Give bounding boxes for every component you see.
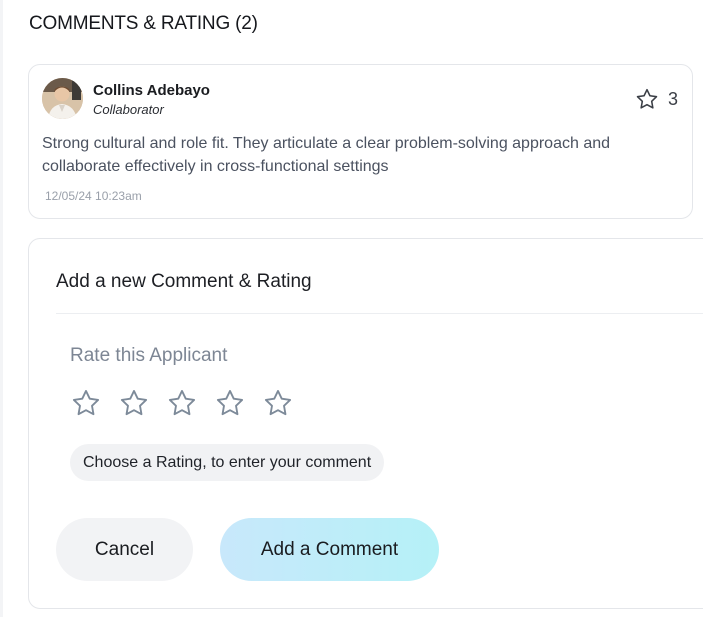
star-outline-icon (120, 389, 148, 415)
section-title: COMMENTS & RATING (2) (29, 13, 258, 34)
star-outline-icon (72, 389, 100, 415)
rating-star-2[interactable] (118, 386, 150, 420)
left-border (0, 0, 3, 617)
form-heading: Add a new Comment & Rating (56, 271, 312, 292)
rating-value: 3 (667, 89, 678, 109)
rating-star-4[interactable] (214, 386, 246, 420)
author-role: Collaborator (93, 102, 164, 117)
add-comment-form: Add a new Comment & Rating Rate this App… (28, 238, 703, 609)
rating-hint: Choose a Rating, to enter your comment (70, 444, 385, 481)
comment-timestamp: 12/05/24 10:23am (45, 189, 142, 203)
comment-card: Collins Adebayo Collaborator 3 Strong cu… (28, 64, 693, 219)
star-outline-icon (264, 389, 292, 415)
add-comment-button[interactable]: Add a Comment (220, 518, 439, 581)
cancel-button[interactable]: Cancel (56, 518, 193, 581)
rate-label: Rate this Applicant (70, 345, 228, 366)
author-name: Collins Adebayo (93, 82, 210, 99)
star-outline-icon (168, 389, 196, 415)
star-rating-input (70, 386, 294, 420)
star-outline-icon (636, 88, 658, 109)
rating-star-5[interactable] (262, 386, 294, 420)
star-outline-icon (216, 389, 244, 415)
rating-star-3[interactable] (166, 386, 198, 420)
divider (56, 313, 703, 314)
comment-text: Strong cultural and role fit. They artic… (42, 135, 611, 175)
rating-star-1[interactable] (70, 386, 102, 420)
comment-rating: 3 (634, 87, 678, 112)
avatar (42, 78, 83, 119)
